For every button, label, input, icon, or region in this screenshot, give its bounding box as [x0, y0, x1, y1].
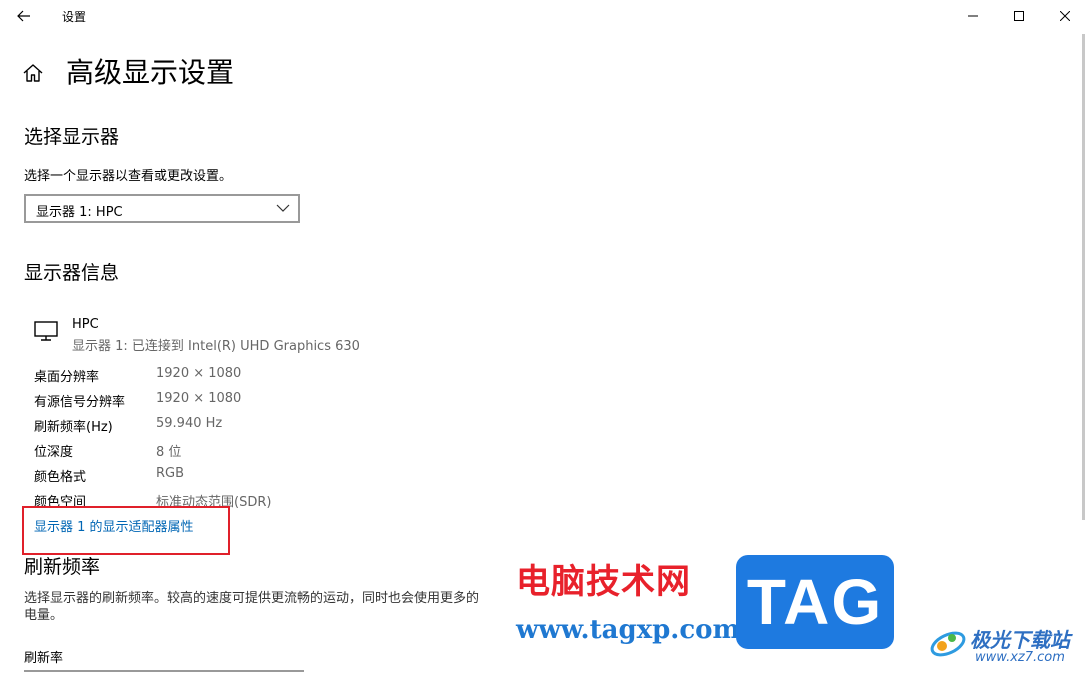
display-info-heading: 显示器信息 [24, 262, 120, 284]
info-row-desktop-resolution: 桌面分辨率 1920 × 1080 [34, 366, 434, 386]
maximize-icon [1014, 11, 1024, 21]
info-row-active-signal-resolution: 有源信号分辨率 1920 × 1080 [34, 391, 434, 411]
info-value: 1920 × 1080 [156, 366, 242, 381]
info-value: RGB [156, 466, 185, 481]
chevron-down-icon [276, 204, 290, 212]
close-icon [1060, 11, 1070, 21]
refresh-rate-label: 刷新率 [24, 651, 64, 666]
page-title: 高级显示设置 [66, 56, 235, 89]
aurora-logo-icon [930, 631, 966, 657]
minimize-icon [968, 15, 978, 17]
watermark-download-site-url: www.xz7.com [975, 650, 1065, 665]
select-display-description: 选择一个显示器以查看或更改设置。 [24, 169, 233, 184]
info-label: 刷新频率(Hz) [34, 420, 113, 435]
minimize-button[interactable] [950, 0, 996, 32]
info-label: 位深度 [34, 445, 74, 460]
display-connection: 显示器 1: 已连接到 Intel(R) UHD Graphics 630 [72, 339, 360, 354]
refresh-rate-dropdown-edge[interactable] [24, 670, 304, 672]
watermark-site-url: www.tagxp.com [516, 615, 741, 645]
info-label: 颜色格式 [34, 470, 87, 485]
display-select-dropdown[interactable]: 显示器 1: HPC [24, 194, 300, 223]
app-title: 设置 [62, 10, 87, 24]
info-label: 桌面分辨率 [34, 370, 100, 385]
maximize-button[interactable] [996, 0, 1042, 32]
scrollbar-thumb[interactable] [1082, 34, 1085, 520]
title-bar: 设置 [0, 0, 1088, 32]
watermark-download-site-name: 极光下载站 [970, 628, 1070, 652]
arrow-left-icon [17, 10, 30, 22]
select-display-heading: 选择显示器 [24, 126, 120, 148]
refresh-rate-heading: 刷新频率 [24, 556, 101, 578]
back-button[interactable] [8, 2, 40, 30]
info-row-bit-depth: 位深度 8 位 [34, 441, 434, 461]
info-value: 8 位 [156, 445, 182, 460]
info-row-color-format: 颜色格式 RGB [34, 466, 434, 486]
close-button[interactable] [1042, 0, 1088, 32]
watermark-tag-logo: TAG [736, 555, 894, 649]
watermark-tag-text: TAG [746, 566, 884, 638]
settings-window: 设置 高级显示设置 选择显示器 选择一个显示器以查看或更改设置。 显示器 1: … [0, 0, 1088, 674]
dropdown-selected-value: 显示器 1: HPC [36, 205, 123, 220]
info-row-refresh-rate: 刷新频率(Hz) 59.940 Hz [34, 416, 434, 436]
monitor-icon [34, 321, 58, 341]
display-name: HPC [72, 317, 99, 332]
info-value: 59.940 Hz [156, 416, 223, 431]
info-value: 1920 × 1080 [156, 391, 242, 406]
refresh-rate-description: 选择显示器的刷新频率。较高的速度可提供更流畅的运动，同时也会使用更多的电量。 [24, 591, 480, 623]
home-icon[interactable] [22, 62, 44, 84]
watermark-site-name: 电脑技术网 [516, 562, 691, 602]
highlight-annotation-box [22, 506, 230, 555]
info-label: 有源信号分辨率 [34, 395, 126, 410]
